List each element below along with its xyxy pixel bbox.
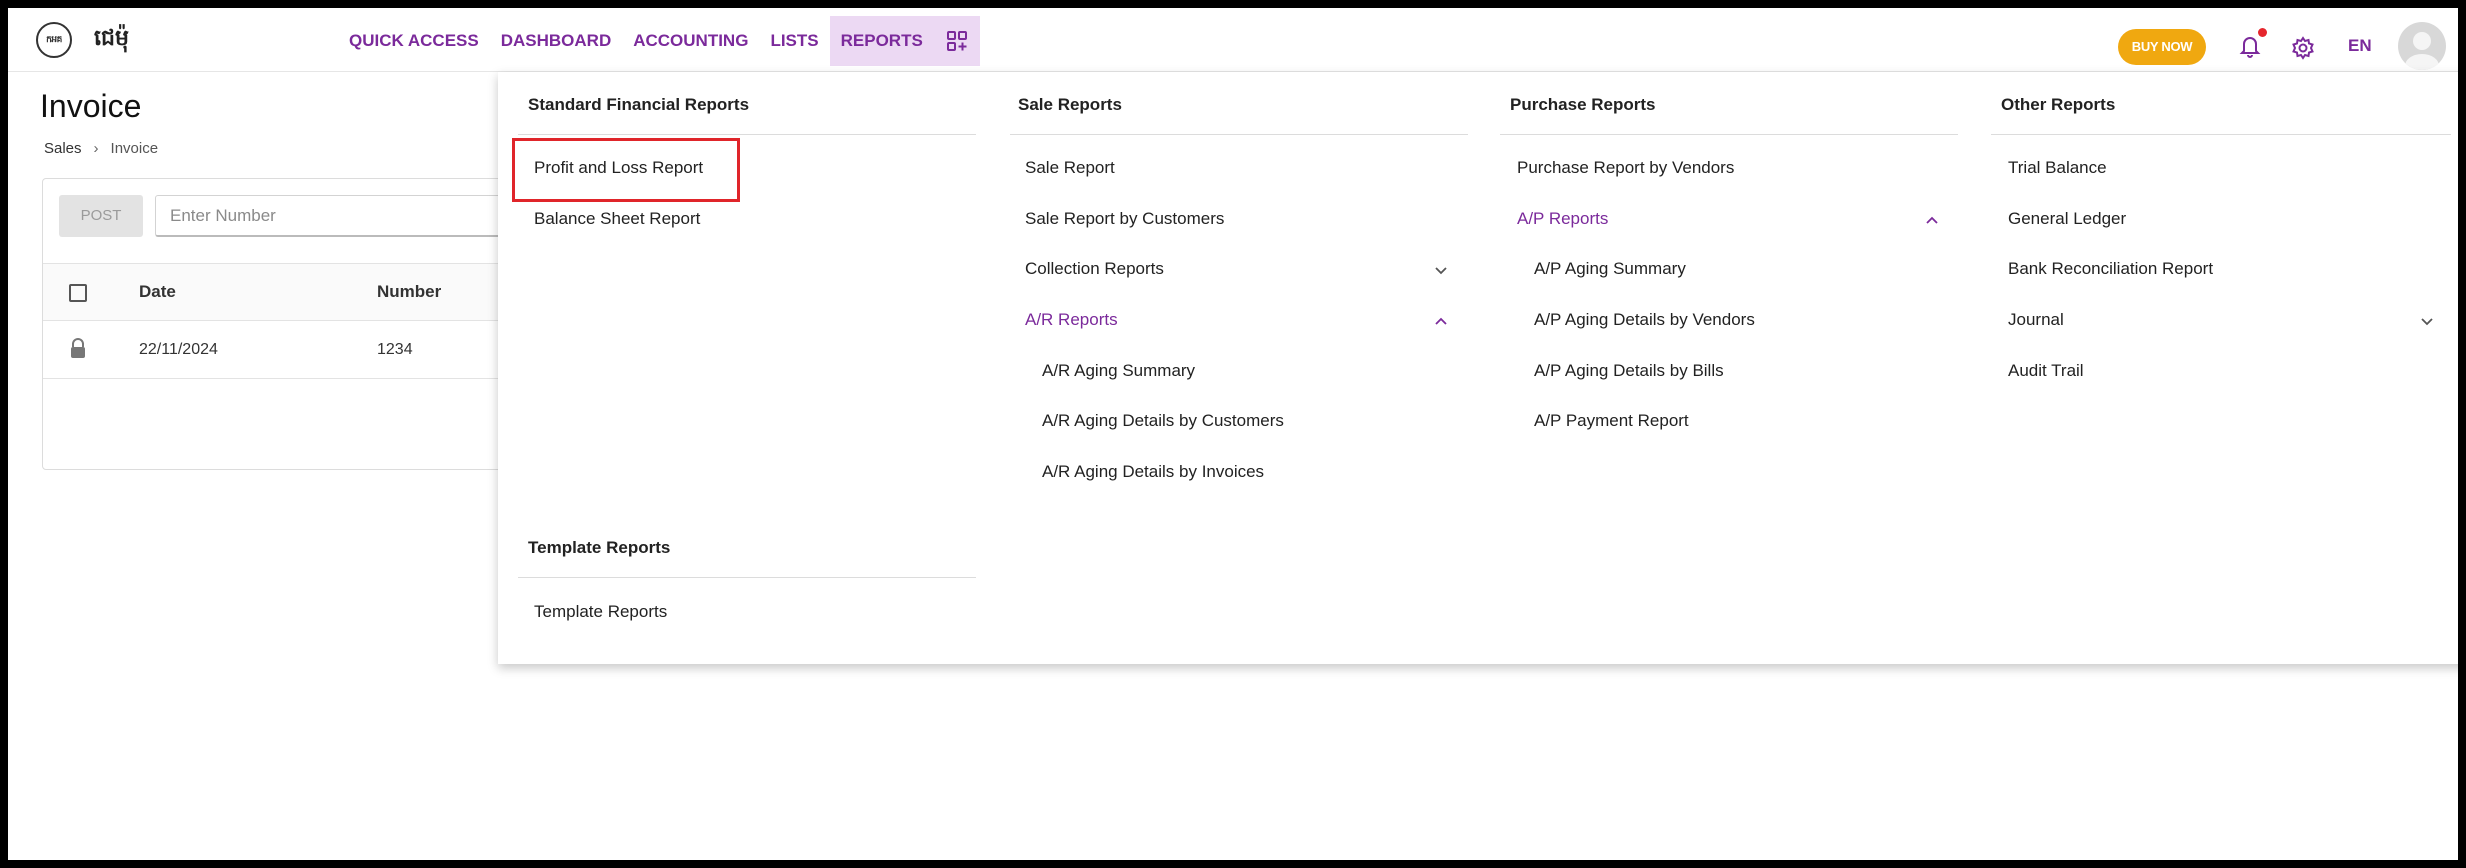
row-number: 1234: [377, 341, 413, 358]
menu-item-sale-report-by-customers[interactable]: Sale Report by Customers: [1025, 209, 1224, 229]
nav-accounting[interactable]: ACCOUNTING: [622, 16, 759, 66]
purchase-reports-heading: Purchase Reports: [1510, 95, 1656, 114]
menu-item-ap-aging-summary[interactable]: A/P Aging Summary: [1534, 259, 1686, 279]
menu-item-ap-aging-details-by-bills[interactable]: A/P Aging Details by Bills: [1534, 361, 1724, 381]
menu-item-balance-sheet-report[interactable]: Balance Sheet Report: [534, 209, 700, 229]
divider: [1500, 134, 1958, 135]
sale-reports-heading: Sale Reports: [1018, 95, 1122, 114]
brand-name: ជេម៉ុ: [94, 25, 129, 50]
add-widget-grid-icon[interactable]: [933, 16, 980, 66]
row-date: 22/11/2024: [139, 341, 218, 358]
menu-item-ap-payment-report[interactable]: A/P Payment Report: [1534, 411, 1689, 431]
menu-item-ar-aging-summary[interactable]: A/R Aging Summary: [1042, 361, 1195, 381]
menu-item-ar-aging-details-by-invoices[interactable]: A/R Aging Details by Invoices: [1042, 462, 1264, 482]
menu-item-journal[interactable]: Journal: [2008, 310, 2064, 330]
divider: [1010, 134, 1468, 135]
menu-item-purchase-report-by-vendors[interactable]: Purchase Report by Vendors: [1517, 158, 1734, 178]
column-number[interactable]: Number: [377, 282, 441, 302]
nav-lists[interactable]: LISTS: [759, 16, 829, 66]
highlight-box: [512, 138, 740, 202]
breadcrumb-sales[interactable]: Sales: [44, 140, 82, 157]
nav-quick-access[interactable]: QUICK ACCESS: [338, 16, 490, 66]
template-reports-heading: Template Reports: [528, 538, 671, 557]
nav-reports[interactable]: REPORTS: [829, 16, 934, 66]
nav-dashboard[interactable]: DASHBOARD: [490, 16, 623, 66]
standard-financial-reports-heading: Standard Financial Reports: [528, 95, 750, 114]
chevron-up-icon[interactable]: [1925, 213, 1939, 227]
menu-item-ap-reports[interactable]: A/P Reports: [1517, 209, 1608, 229]
buy-now-button[interactable]: BUY NOW: [2118, 29, 2206, 65]
chevron-down-icon[interactable]: [1434, 264, 1448, 278]
menu-item-ar-reports[interactable]: A/R Reports: [1025, 310, 1118, 330]
chevron-down-icon[interactable]: [2420, 315, 2434, 329]
enter-number-input[interactable]: [155, 195, 515, 237]
divider: [1991, 134, 2451, 135]
other-reports-heading: Other Reports: [2001, 95, 2116, 114]
divider: [518, 134, 976, 135]
divider: [518, 577, 976, 578]
language-selector[interactable]: EN: [2348, 36, 2372, 56]
select-all-checkbox[interactable]: [69, 284, 87, 302]
invoice-table-card: POST Date Number 22/11/2024 1234: [42, 178, 515, 470]
main-nav: QUICK ACCESS DASHBOARD ACCOUNTING LISTS …: [338, 16, 980, 66]
menu-item-template-reports[interactable]: Template Reports: [534, 602, 667, 622]
app-window: កអគ ជេម៉ុ QUICK ACCESS DASHBOARD ACCOUNT…: [0, 0, 2466, 868]
user-avatar[interactable]: [2398, 22, 2446, 70]
menu-item-general-ledger[interactable]: General Ledger: [2008, 209, 2126, 229]
post-button[interactable]: POST: [59, 195, 143, 237]
settings-gear-icon[interactable]: [2290, 35, 2316, 61]
notification-dot: [2258, 28, 2267, 37]
reports-mega-menu: Standard Financial Reports Profit and Lo…: [498, 72, 2458, 664]
breadcrumb-chevron-icon: ›: [93, 140, 99, 157]
chevron-up-icon[interactable]: [1434, 314, 1448, 328]
menu-item-trial-balance[interactable]: Trial Balance: [2008, 158, 2107, 178]
menu-item-sale-report[interactable]: Sale Report: [1025, 158, 1115, 178]
breadcrumb: Sales › Invoice: [44, 140, 158, 157]
column-date[interactable]: Date: [139, 282, 176, 302]
menu-item-bank-reconciliation-report[interactable]: Bank Reconciliation Report: [2008, 259, 2213, 279]
menu-item-ar-aging-details-by-customers[interactable]: A/R Aging Details by Customers: [1042, 411, 1284, 431]
menu-item-collection-reports[interactable]: Collection Reports: [1025, 259, 1164, 279]
company-logo[interactable]: កអគ: [36, 22, 72, 58]
menu-item-audit-trail[interactable]: Audit Trail: [2008, 361, 2084, 381]
top-navigation-bar: កអគ ជេម៉ុ QUICK ACCESS DASHBOARD ACCOUNT…: [8, 8, 2458, 72]
page-title: Invoice: [40, 88, 142, 124]
breadcrumb-invoice: Invoice: [110, 140, 159, 157]
menu-item-ap-aging-details-by-vendors[interactable]: A/P Aging Details by Vendors: [1534, 310, 1755, 330]
table-row[interactable]: 22/11/2024 1234: [43, 321, 503, 379]
table-header: Date Number: [43, 263, 503, 321]
lock-icon: [69, 337, 87, 359]
